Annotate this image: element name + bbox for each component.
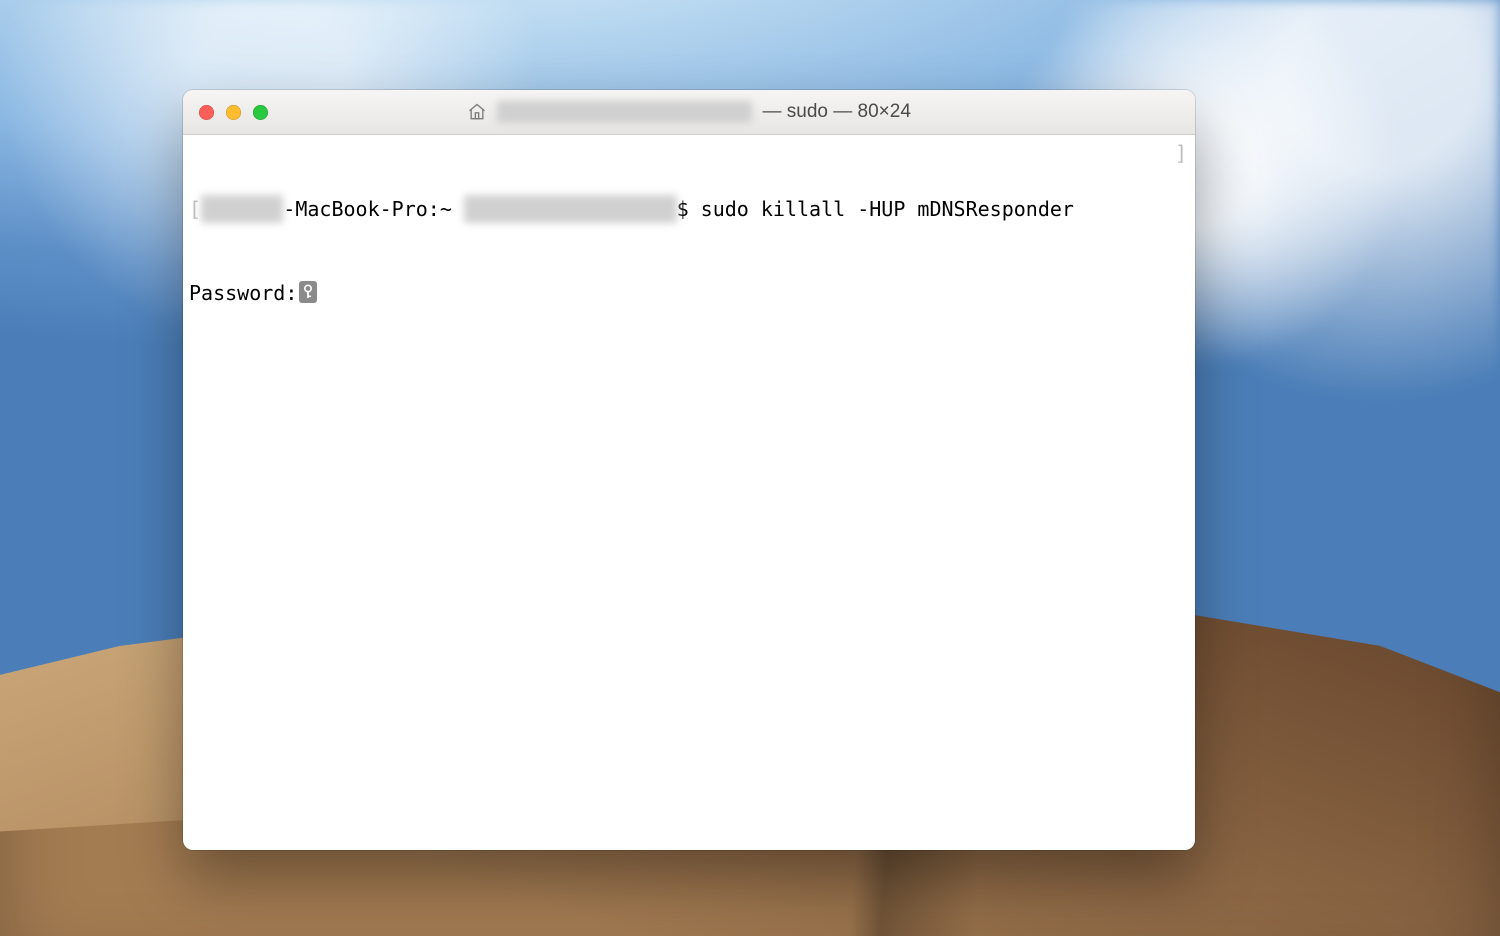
traffic-lights bbox=[183, 105, 268, 120]
terminal-line-2: Password: bbox=[189, 279, 1189, 307]
terminal-window[interactable]: ████████████████ — sudo — 80×24 [ ██████… bbox=[183, 90, 1195, 850]
prompt-symbol: $ bbox=[677, 195, 701, 223]
key-icon bbox=[299, 281, 317, 303]
hostname-redacted: ██████ bbox=[201, 195, 283, 223]
prompt-open-bracket: [ bbox=[189, 195, 201, 223]
terminal-content[interactable]: [ ██████ -MacBook-Pro:~ ████████████████… bbox=[183, 135, 1195, 850]
command-text: sudo killall -HUP mDNSResponder bbox=[701, 195, 1074, 223]
title-path-redacted: ████████████████ bbox=[497, 101, 752, 123]
username-redacted: ████████████████ bbox=[464, 195, 677, 223]
hostname-suffix: -MacBook-Pro:~ bbox=[283, 195, 464, 223]
terminal-line-1: [ ██████ -MacBook-Pro:~ ████████████████… bbox=[189, 195, 1189, 223]
password-label: Password: bbox=[189, 279, 297, 307]
title-suffix: — sudo — 80×24 bbox=[762, 101, 910, 123]
minimize-button[interactable] bbox=[226, 105, 241, 120]
prompt-close-bracket: ] bbox=[1175, 139, 1187, 167]
window-title: ████████████████ — sudo — 80×24 bbox=[183, 101, 1195, 123]
zoom-button[interactable] bbox=[253, 105, 268, 120]
window-titlebar[interactable]: ████████████████ — sudo — 80×24 bbox=[183, 90, 1195, 135]
close-button[interactable] bbox=[199, 105, 214, 120]
home-icon bbox=[467, 102, 487, 122]
desktop-wallpaper: ████████████████ — sudo — 80×24 [ ██████… bbox=[0, 0, 1500, 936]
